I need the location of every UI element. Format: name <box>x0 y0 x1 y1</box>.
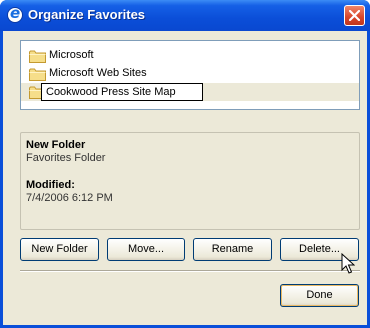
internet-explorer-icon <box>7 4 23 23</box>
list-item-label: Microsoft Web Sites <box>49 67 147 79</box>
rename-button[interactable]: Rename <box>193 238 272 261</box>
list-item[interactable]: Microsoft Web Sites <box>21 65 359 83</box>
organize-favorites-window: Organize Favorites Microsoft Microsof <box>0 0 370 328</box>
modified-date: 7/4/2006 6:12 PM <box>26 192 113 204</box>
rename-input[interactable]: Cookwood Press Site Map <box>41 83 203 101</box>
list-item-label: Microsoft <box>49 49 94 61</box>
item-type: Favorites Folder <box>26 152 106 164</box>
item-name: New Folder <box>26 139 86 151</box>
divider <box>20 270 360 272</box>
done-button[interactable]: Done <box>280 284 359 307</box>
window-title: Organize Favorites <box>28 7 146 22</box>
new-folder-button[interactable]: New Folder <box>20 238 99 261</box>
folder-icon <box>29 68 46 81</box>
mouse-pointer-icon <box>341 253 355 274</box>
title-bar[interactable]: Organize Favorites <box>0 0 370 31</box>
details-panel: New Folder Favorites Folder Modified: 7/… <box>20 132 360 230</box>
list-item-selected[interactable]: Cookwood Press Site Map <box>21 83 359 101</box>
dialog-body: Microsoft Microsoft Web Sites Cookwood P… <box>3 31 367 325</box>
move-button[interactable]: Move... <box>107 238 185 261</box>
modified-label: Modified: <box>26 179 75 191</box>
list-item[interactable]: Microsoft <box>21 47 359 65</box>
close-icon <box>349 10 360 21</box>
folder-icon <box>29 50 46 63</box>
favorites-list[interactable]: Microsoft Microsoft Web Sites Cookwood P… <box>20 40 360 110</box>
close-button[interactable] <box>344 5 365 26</box>
